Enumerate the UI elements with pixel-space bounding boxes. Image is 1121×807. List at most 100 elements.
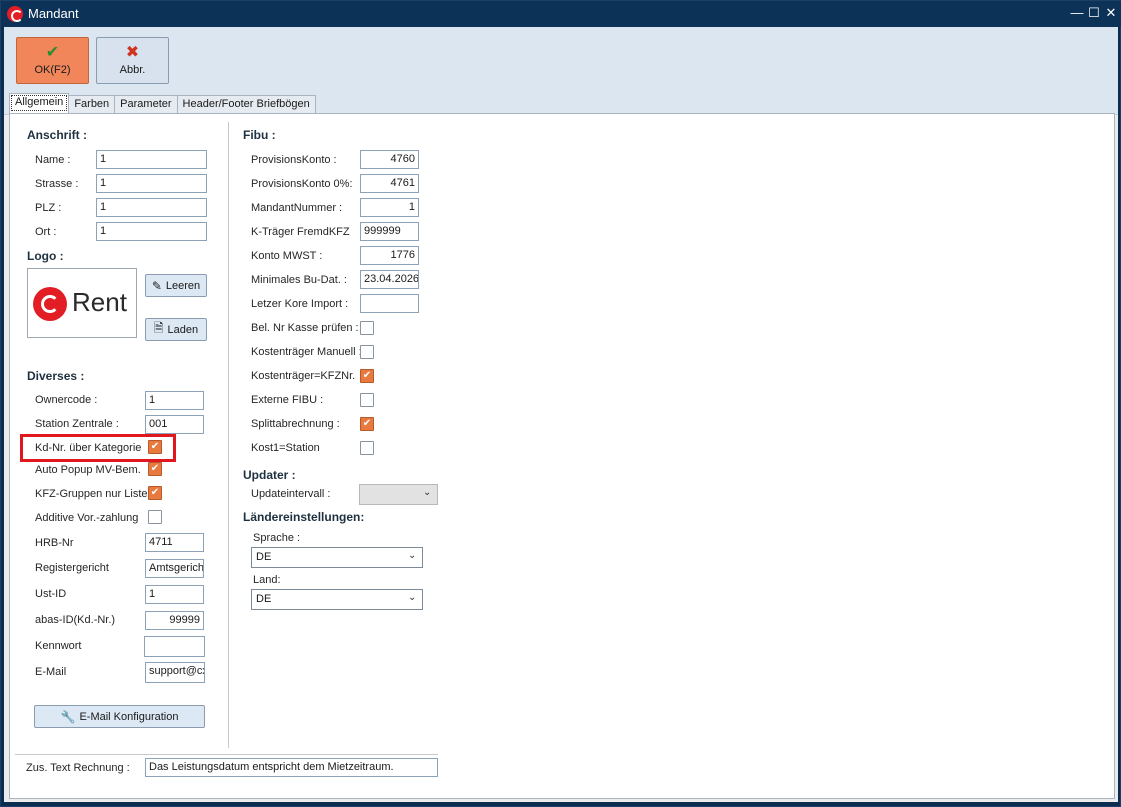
zus-text-rechnung-input[interactable]: Das Leistungsdatum entspricht dem Mietze…	[145, 758, 438, 777]
abas-label: abas-ID(Kd.-Nr.)	[35, 614, 116, 626]
logo-clear-button[interactable]: ✎ Leeren	[145, 274, 207, 297]
additive-vorzahlung-checkbox[interactable]	[148, 510, 162, 524]
hrb-label: HRB-Nr	[35, 537, 74, 549]
chevron-down-icon: ⌄	[408, 592, 417, 603]
kfz-gruppen-label: KFZ-Gruppen nur Liste	[35, 488, 148, 500]
chevron-down-icon: ⌄	[423, 487, 432, 498]
zus-text-rechnung-label: Zus. Text Rechnung :	[26, 762, 130, 774]
ktraeger-fremdkfz-input[interactable]: 999999	[360, 222, 419, 241]
kostentraeger-kfznr-checkbox[interactable]: ✔	[360, 369, 374, 383]
tab-allgemein[interactable]: Allgemein	[9, 93, 70, 113]
minimize-icon[interactable]: —	[1068, 4, 1086, 22]
mandantnummer-input[interactable]: 1	[360, 198, 419, 217]
maximize-icon[interactable]: ☐	[1085, 4, 1103, 22]
land-value: DE	[256, 593, 272, 605]
konto-mwst-input[interactable]: 1776	[360, 246, 419, 265]
highlight-box	[20, 434, 176, 462]
land-label: Land:	[253, 574, 281, 586]
diverses-heading: Diverses :	[27, 369, 85, 383]
station-label: Station Zentrale :	[35, 418, 119, 430]
provisionskonto-label: ProvisionsKonto :	[251, 154, 337, 166]
eraser-icon: ✎	[151, 278, 162, 293]
externe-fibu-checkbox[interactable]	[360, 393, 374, 407]
title-bar: Mandant — ☐ ✕	[1, 1, 1121, 27]
kennwort-label: Kennwort	[35, 640, 82, 652]
column-divider	[228, 122, 229, 748]
auto-popup-checkbox[interactable]: ✔	[148, 462, 162, 476]
strasse-input[interactable]: 1	[96, 174, 207, 193]
ustid-label: Ust-ID	[35, 588, 67, 600]
provisionskonto-input[interactable]: 4760	[360, 150, 419, 169]
document-icon: 🗎	[153, 321, 164, 335]
laender-heading: Ländereinstellungen:	[243, 510, 365, 524]
registergericht-input[interactable]: Amtsgericht	[145, 559, 204, 578]
checkmark-icon: ✔	[45, 44, 60, 61]
email-config-label: E-Mail Konfiguration	[79, 710, 179, 723]
sprache-value: DE	[256, 551, 272, 563]
min-budat-input[interactable]: 23.04.2026	[360, 270, 419, 289]
window-title: Mandant	[28, 6, 79, 21]
logo-load-button[interactable]: 🗎 Laden	[145, 318, 207, 341]
ownercode-label: Ownercode :	[35, 394, 98, 406]
updateintervall-label: Updateintervall :	[251, 488, 331, 500]
kost1-station-checkbox[interactable]	[360, 441, 374, 455]
close-icon[interactable]: ✕	[1102, 4, 1120, 22]
toolbar: ✔ OK(F2) ✖ Abbr. Allgemein Farben Parame…	[4, 27, 1118, 115]
kost1-station-label: Kost1=Station	[251, 442, 320, 454]
station-input[interactable]: 001	[145, 415, 204, 434]
fibu-heading: Fibu :	[243, 128, 276, 142]
tab-strip: Allgemein Farben Parameter Header/Footer…	[9, 93, 316, 113]
auto-popup-label: Auto Popup MV-Bem.	[35, 464, 141, 476]
logo-brand-text: Rent	[72, 287, 127, 317]
registergericht-label: Registergericht	[35, 562, 109, 574]
wrench-icon: 🔧	[60, 709, 76, 724]
tab-header-footer[interactable]: Header/Footer Briefbögen	[176, 95, 316, 113]
client-area: ✔ OK(F2) ✖ Abbr. Allgemein Farben Parame…	[4, 27, 1118, 802]
tab-parameter[interactable]: Parameter	[114, 95, 178, 113]
sprache-select[interactable]: DE ⌄	[251, 547, 423, 568]
hrb-input[interactable]: 4711	[145, 533, 204, 552]
name-input[interactable]: 1	[96, 150, 207, 169]
tab-panel-allgemein: Anschrift : Name : 1 Strasse : 1 PLZ : 1…	[9, 113, 1115, 799]
land-select[interactable]: DE ⌄	[251, 589, 423, 610]
chevron-down-icon: ⌄	[408, 550, 417, 561]
sprache-label: Sprache :	[253, 532, 301, 544]
plz-input[interactable]: 1	[96, 198, 207, 217]
name-label: Name :	[35, 154, 71, 166]
updateintervall-select[interactable]: ⌄	[359, 484, 438, 505]
email-label: E-Mail	[35, 666, 67, 678]
ok-button[interactable]: ✔ OK(F2)	[16, 37, 89, 84]
additive-vorzahlung-label: Additive Vor.-zahlung	[35, 512, 139, 524]
cancel-button-label: Abbr.	[119, 64, 146, 76]
letzer-kore-input[interactable]	[360, 294, 419, 313]
app-logo-icon	[7, 6, 23, 22]
konto-mwst-label: Konto MWST :	[251, 250, 323, 262]
email-config-button[interactable]: 🔧 E-Mail Konfiguration	[34, 705, 205, 728]
ok-button-label: OK(F2)	[34, 64, 71, 76]
bel-nr-kasse-label: Bel. Nr Kasse prüfen :	[251, 322, 359, 334]
ort-input[interactable]: 1	[96, 222, 207, 241]
provisionskonto0-label: ProvisionsKonto 0%:	[251, 178, 353, 190]
abas-input[interactable]: 99999	[145, 611, 204, 630]
min-budat-label: Minimales Bu-Dat. :	[251, 274, 347, 286]
logo-load-label: Laden	[167, 323, 199, 336]
email-input[interactable]: support@cx	[145, 662, 205, 683]
bel-nr-kasse-checkbox[interactable]	[360, 321, 374, 335]
kfz-gruppen-checkbox[interactable]: ✔	[148, 486, 162, 500]
provisionskonto0-input[interactable]: 4761	[360, 174, 419, 193]
updater-heading: Updater :	[243, 468, 296, 482]
letzer-kore-label: Letzer Kore Import :	[251, 298, 349, 310]
tab-farben[interactable]: Farben	[68, 95, 116, 113]
plz-label: PLZ :	[35, 202, 62, 214]
kostentraeger-manuell-checkbox[interactable]	[360, 345, 374, 359]
ktraeger-fremdkfz-label: K-Träger FremdKFZ	[251, 226, 350, 238]
ownercode-input[interactable]: 1	[145, 391, 204, 410]
logo-clear-label: Leeren	[165, 279, 201, 292]
ustid-input[interactable]: 1	[145, 585, 204, 604]
main-window: Mandant — ☐ ✕ ✔ OK(F2) ✖ Abbr. Allgemein…	[0, 0, 1121, 807]
kennwort-input[interactable]	[144, 636, 205, 657]
splittabrechnung-checkbox[interactable]: ✔	[360, 417, 374, 431]
cancel-button[interactable]: ✖ Abbr.	[96, 37, 169, 84]
cross-icon: ✖	[125, 44, 140, 61]
anschrift-heading: Anschrift :	[27, 128, 87, 142]
